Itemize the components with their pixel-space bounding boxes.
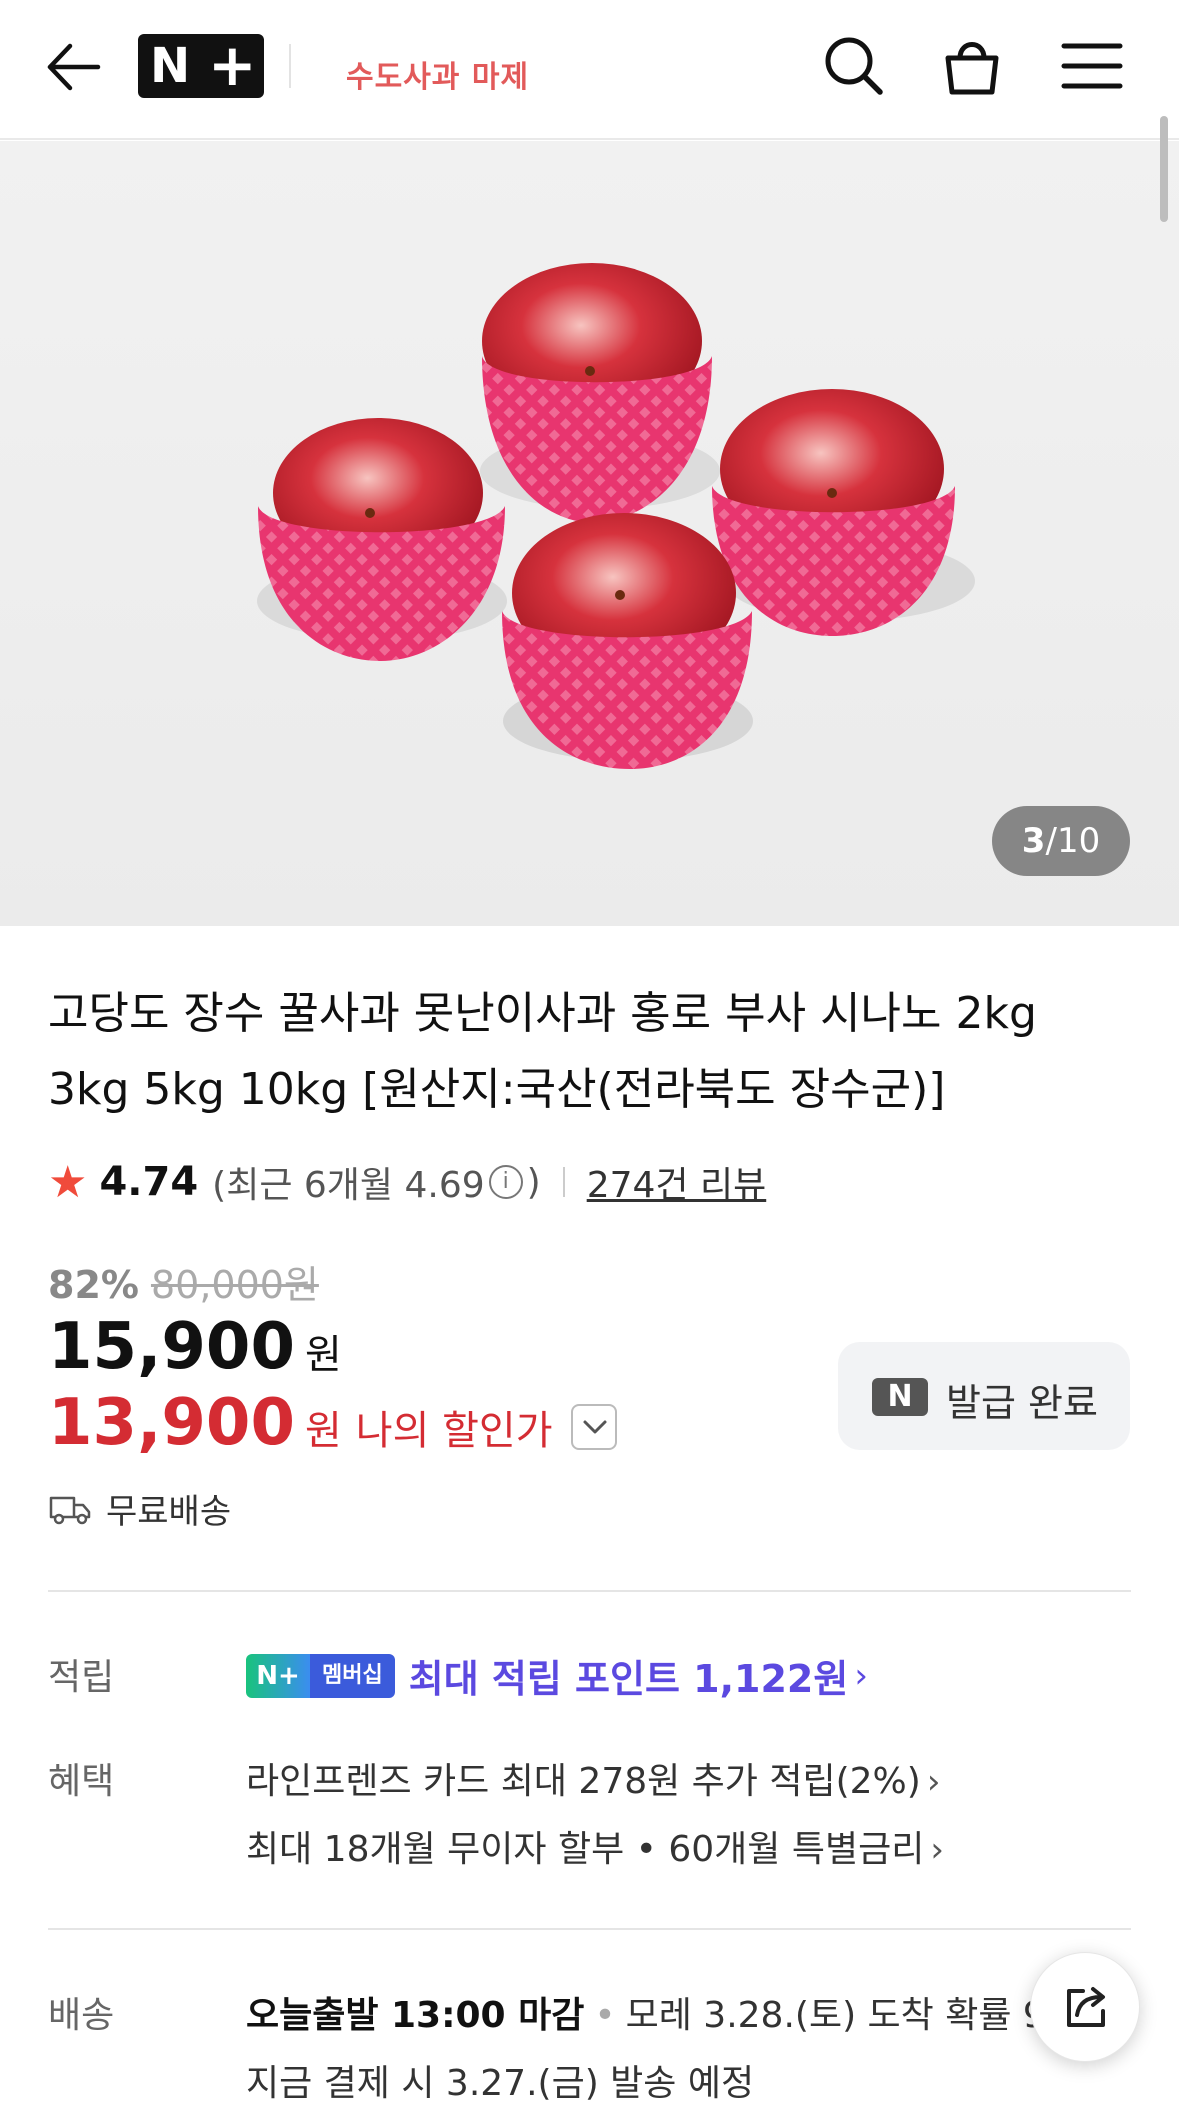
truck-icon [49, 1496, 91, 1524]
delivery-arrival: 모레 3.28.(토) 도착 확률 9 [625, 1995, 1046, 2036]
delivery-cutoff: 오늘출발 13:00 마감 [246, 1995, 585, 2036]
installment-benefit-link[interactable]: 최대 18개월 무이자 할부 • 60개월 특별금리 › [246, 1820, 944, 1872]
shipping-label: 무료배송 [106, 1492, 232, 1532]
back-arrow-icon [47, 43, 101, 91]
sale-price-currency: 원 [304, 1332, 342, 1378]
header-divider [289, 44, 291, 88]
discount-row: 82% 80,000원 [48, 1254, 319, 1309]
discount-rate: 82% [48, 1263, 139, 1307]
cart-button[interactable] [936, 30, 1008, 102]
shipping-row: 무료배송 [48, 1484, 231, 1533]
section-divider [48, 1928, 1131, 1930]
installment-benefit-text: 최대 18개월 무이자 할부 • 60개월 특별금리 [246, 1829, 925, 1870]
section-divider [48, 1590, 1131, 1592]
review-count-link[interactable]: 274건 리뷰 [587, 1156, 767, 1208]
recent-rating-close: ) [526, 1161, 541, 1203]
product-title: 고당도 장수 꿀사과 못난이사과 홍로 부사 시나노 2kg 3kg 5kg 1… [48, 988, 1037, 1115]
gallery-page-indicator: 3/10 [992, 806, 1130, 876]
points-label: 적립 [48, 1657, 115, 1698]
logo-plus-glyph: + [208, 31, 257, 99]
delivery-info: 오늘출발 13:00 마감 • 모레 3.28.(토) 도착 확률 9 [246, 1986, 1066, 2038]
menu-icon [1061, 43, 1123, 89]
product-image-carousel[interactable] [0, 141, 1179, 926]
sale-price-row: 15,900 원 [48, 1310, 342, 1384]
chevron-right-icon: › [854, 1655, 868, 1696]
benefits-label: 혜택 [48, 1761, 115, 1802]
chevron-down-icon [583, 1420, 606, 1434]
rating-row: ★ 4.74 (최근 6개월 4.69 i ) 274건 리뷰 [48, 1156, 766, 1208]
chevron-right-icon: › [930, 1830, 944, 1870]
sale-price: 15,900 [48, 1310, 295, 1384]
share-icon [1067, 1987, 1105, 2027]
store-logo[interactable]: 수도사과 마제 [346, 52, 529, 96]
shopping-bag-icon [945, 42, 999, 95]
nplus-membership-badge: N+ 멤버십 [246, 1653, 395, 1698]
info-icon[interactable]: i [488, 1165, 523, 1199]
my-discount-row: 13,900 원 나의 할인가 [48, 1386, 617, 1460]
naver-coupon-icon: N [872, 1378, 928, 1416]
recent-rating: (최근 6개월 4.69 [212, 1165, 485, 1206]
my-discount-price: 13,900 [48, 1386, 295, 1460]
search-button[interactable] [818, 30, 890, 102]
membership-badge-text: 멤버십 [310, 1653, 395, 1698]
menu-button[interactable] [1056, 30, 1128, 102]
star-icon: ★ [48, 1156, 88, 1208]
rating-separator [562, 1167, 565, 1197]
card-benefit-text: 라인프렌즈 카드 최대 278원 추가 적립(2%) [246, 1761, 921, 1802]
gallery-total-pages: 10 [1056, 821, 1101, 861]
my-discount-currency: 원 [304, 1408, 342, 1454]
delivery-label: 배송 [48, 1995, 115, 2036]
original-price: 80,000원 [150, 1263, 319, 1307]
delivery-dot: • [594, 1995, 616, 2036]
back-button[interactable] [40, 34, 106, 100]
coupon-label: 발급 완료 [946, 1381, 1098, 1425]
search-icon [825, 37, 883, 95]
points-row[interactable]: N+ 멤버십 최대 적립 포인트 1,122원 › [246, 1648, 868, 1703]
coupon-issued-button[interactable]: N 발급 완료 [838, 1342, 1130, 1450]
max-points-text: 최대 적립 포인트 1,122원 [408, 1657, 849, 1701]
card-benefit-link[interactable]: 라인프렌즈 카드 최대 278원 추가 적립(2%) › [246, 1752, 940, 1804]
my-discount-label: 나의 할인가 [355, 1408, 553, 1454]
ship-notice: 지금 결제 시 3.27.(금) 발송 예정 [246, 2063, 755, 2104]
gallery-current-page: 3 [1021, 821, 1046, 861]
chevron-right-icon: › [926, 1762, 941, 1802]
membership-badge-n: N+ [246, 1653, 310, 1698]
gallery-separator: / [1045, 821, 1057, 861]
top-header: N + 수도사과 마제 [0, 0, 1179, 140]
page-scrollbar[interactable] [1160, 116, 1168, 222]
logo-n-letter: N [150, 38, 191, 94]
naver-plus-logo[interactable]: N + [138, 34, 264, 98]
product-photo-apples [257, 263, 975, 769]
share-button[interactable] [1030, 1952, 1140, 2062]
rating-score: 4.74 [99, 1159, 199, 1205]
my-discount-expand-button[interactable] [570, 1404, 617, 1450]
